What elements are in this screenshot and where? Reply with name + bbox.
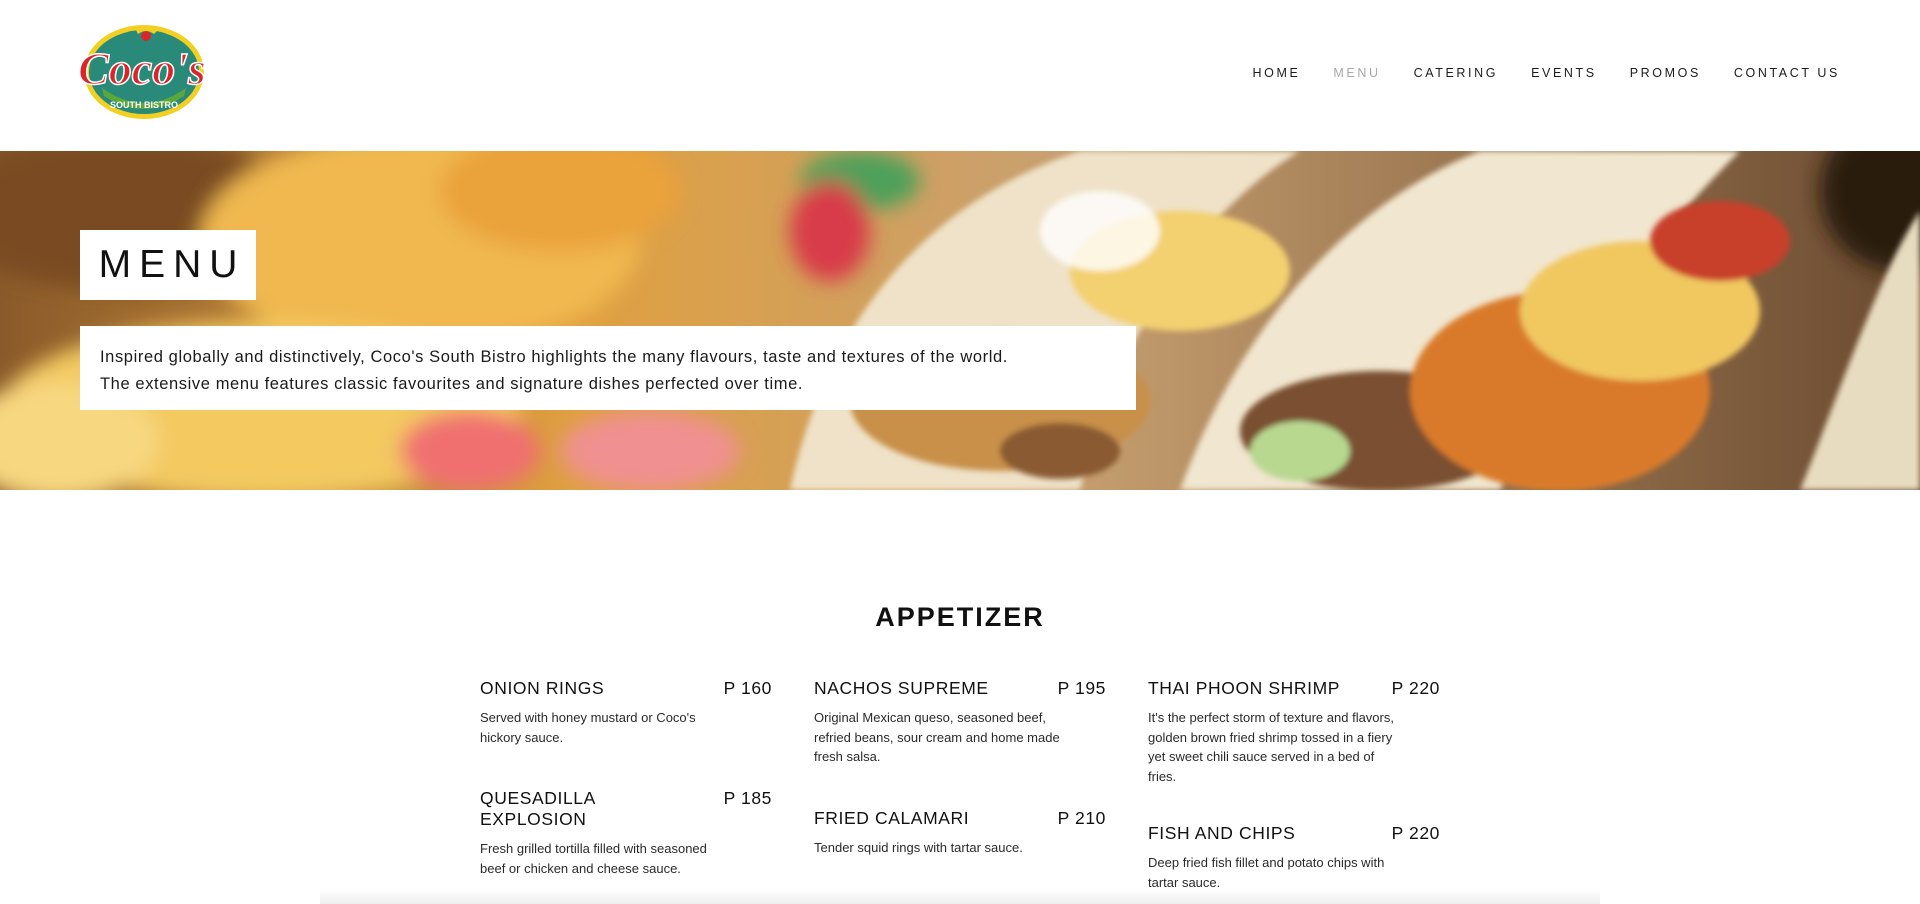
hero-banner: MENU Inspired globally and distinctively…: [0, 151, 1920, 490]
nav-catering[interactable]: CATERING: [1414, 66, 1498, 80]
site-header: SOUTH BISTRO Coco's HOME MENU CATERING E…: [0, 0, 1920, 151]
nav-contact-us[interactable]: CONTACT US: [1734, 66, 1840, 80]
menu-item: THAI PHOON SHRIMP P 220 It's the perfect…: [1148, 678, 1440, 786]
scroll-shadow: [320, 890, 1600, 904]
menu-item-name: THAI PHOON SHRIMP: [1148, 678, 1341, 698]
section-title-appetizer: APPETIZER: [875, 602, 1045, 632]
menu-item-name: FRIED CALAMARI: [814, 807, 970, 828]
menu-item-description: Deep fried fish fillet and potato chips …: [1148, 855, 1385, 890]
logo-wordmark: Coco's: [80, 43, 206, 94]
menu-item-price: P 220: [1391, 823, 1440, 843]
menu-item: QUESADILLA EXPLOSION P 185 Fresh grilled…: [480, 788, 772, 878]
menu-item: ONION RINGS P 160 Served with honey must…: [480, 678, 772, 747]
menu-item-price: P 210: [1057, 807, 1106, 828]
menu-item-name: ONION RINGS: [480, 678, 605, 698]
menu-item: NACHOS SUPREME P 195 Original Mexican qu…: [814, 678, 1106, 767]
menu-item-description: Tender squid rings with tartar sauce.: [814, 839, 1023, 855]
main-nav: HOME MENU CATERING EVENTS PROMOS CONTACT…: [1220, 66, 1841, 80]
menu-item-name: QUESADILLA EXPLOSION: [480, 788, 595, 829]
menu-item-description: Served with honey mustard or Coco's hick…: [480, 710, 696, 745]
menu-item-description: It's the perfect storm of texture and fl…: [1148, 710, 1394, 784]
menu-column: ONION RINGS P 160 Served with honey must…: [480, 678, 772, 878]
menu-item-name: FISH AND CHIPS: [1148, 823, 1296, 843]
hero-title-box: MENU: [80, 230, 256, 300]
menu-item-name: NACHOS SUPREME: [814, 678, 989, 698]
hero-food-image: [0, 151, 1920, 490]
nav-menu[interactable]: MENU: [1333, 66, 1380, 80]
menu-item-price: P 220: [1391, 678, 1440, 698]
nav-home[interactable]: HOME: [1253, 66, 1301, 80]
page-title: MENU: [98, 243, 246, 286]
menu-item-price: P 160: [723, 678, 772, 698]
menu-item-description: Original Mexican queso, seasoned beef, r…: [814, 710, 1060, 764]
hero-description-box: Inspired globally and distinctively, Coc…: [80, 326, 1136, 410]
menu-item-price: P 195: [1057, 678, 1106, 698]
menu-item-description: Fresh grilled tortilla filled with seaso…: [480, 841, 707, 876]
nav-events[interactable]: EVENTS: [1531, 66, 1597, 80]
menu-column: NACHOS SUPREME P 195 Original Mexican qu…: [814, 678, 1106, 857]
menu-column: THAI PHOON SHRIMP P 220 It's the perfect…: [1148, 678, 1440, 892]
logo-subtext: SOUTH BISTRO: [110, 100, 178, 110]
hero-description-line: Inspired globally and distinctively, Coc…: [100, 348, 1008, 366]
menu-item: FRIED CALAMARI P 210 Tender squid rings …: [814, 808, 1106, 858]
hero-description-line: The extensive menu features classic favo…: [100, 375, 804, 393]
nav-promos[interactable]: PROMOS: [1630, 66, 1701, 80]
menu-item-price: P 185: [723, 788, 772, 808]
cocos-logo[interactable]: SOUTH BISTRO Coco's: [77, 22, 214, 122]
menu-item: FISH AND CHIPS P 220 Deep fried fish fil…: [1148, 823, 1440, 892]
